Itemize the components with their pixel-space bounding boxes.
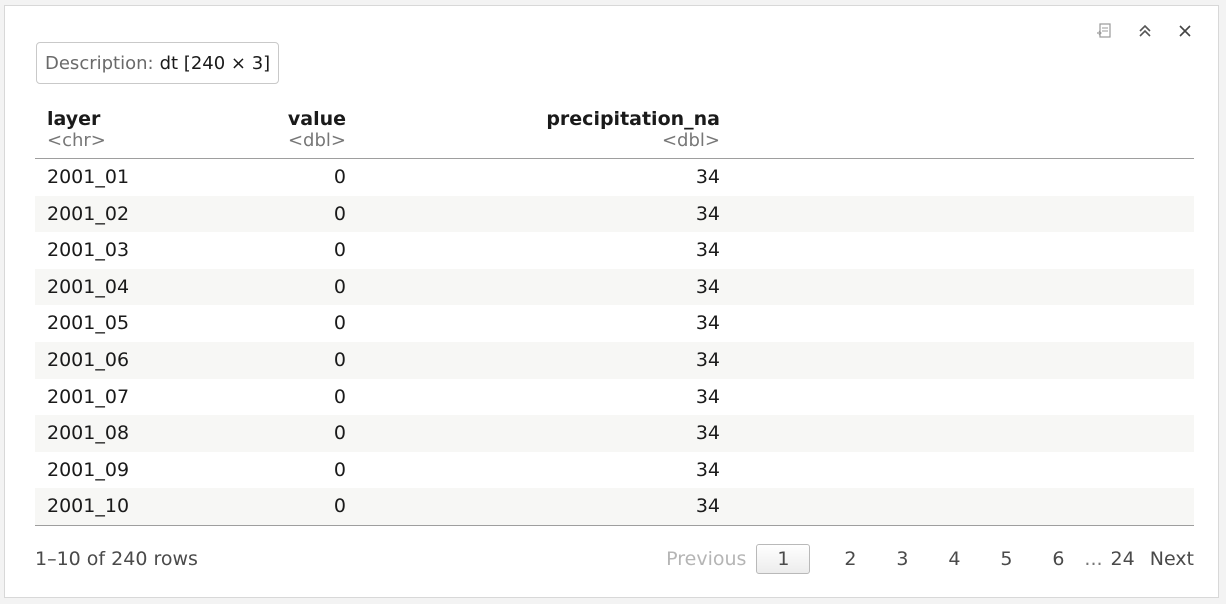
description-label: Description:	[45, 52, 154, 74]
column-type: <dbl>	[287, 130, 346, 151]
table-row: 2001_06 0 34	[35, 341, 1194, 379]
cell-precipitation-na: 34	[695, 458, 720, 481]
cell-layer: 2001_03	[47, 239, 130, 262]
cell-layer: 2001_04	[47, 275, 130, 298]
cell-value: 0	[333, 202, 346, 225]
table-bottom-rule	[35, 524, 1194, 526]
cell-precipitation-na: 34	[695, 202, 720, 225]
cell-precipitation-na: 34	[695, 348, 720, 371]
page-button-last[interactable]: 24	[1111, 548, 1135, 570]
previous-button[interactable]: Previous	[666, 548, 746, 570]
column-header-layer[interactable]: layer <chr>	[47, 108, 106, 152]
table-footer: 1–10 of 240 rows Previous 1 2 3 4 5 6 ..…	[35, 544, 1194, 574]
description-box: Description: dt [240 × 3]	[36, 42, 280, 84]
rows-info: 1–10 of 240 rows	[35, 548, 198, 570]
page-button[interactable]: 2	[839, 548, 861, 570]
table-row: 2001_07 0 34	[35, 379, 1194, 416]
cell-precipitation-na: 34	[695, 385, 720, 408]
column-name: precipitation_na	[546, 108, 720, 130]
cell-value: 0	[333, 239, 346, 262]
column-type: <dbl>	[661, 130, 720, 151]
cell-value: 0	[333, 275, 346, 298]
page-button-current[interactable]: 1	[756, 544, 811, 574]
cell-value: 0	[333, 422, 346, 445]
data-table: layer <chr> value <dbl> precipitation_na…	[35, 102, 1194, 526]
export-icon[interactable]	[1094, 20, 1116, 42]
cell-layer: 2001_05	[47, 312, 130, 335]
panel-toolbar	[1094, 20, 1196, 42]
cell-layer: 2001_09	[47, 458, 130, 481]
table-row: 2001_04 0 34	[35, 268, 1194, 306]
next-button[interactable]: Next	[1150, 548, 1194, 570]
cell-precipitation-na: 34	[695, 166, 720, 188]
page-button[interactable]: 6	[1047, 548, 1069, 570]
table-row: 2001_01 0 34	[35, 159, 1194, 196]
cell-value: 0	[333, 312, 346, 335]
page-button[interactable]: 5	[995, 548, 1017, 570]
cell-value: 0	[333, 458, 346, 481]
close-icon[interactable]	[1174, 20, 1196, 42]
cell-layer: 2001_08	[47, 422, 130, 445]
column-header-precipitation-na[interactable]: precipitation_na <dbl>	[546, 108, 720, 152]
pagination: Previous 1 2 3 4 5 6 ... 24 Next	[666, 544, 1194, 574]
page-ellipsis: ...	[1084, 548, 1103, 570]
table-row: 2001_03 0 34	[35, 232, 1194, 269]
cell-layer: 2001_06	[47, 348, 130, 371]
data-viewer-panel: Description: dt [240 × 3] layer <chr> va…	[4, 5, 1219, 598]
page-button[interactable]: 3	[891, 548, 913, 570]
column-name: layer	[47, 108, 101, 130]
table-row: 2001_05 0 34	[35, 305, 1194, 342]
cell-layer: 2001_02	[47, 202, 130, 225]
cell-value: 0	[333, 348, 346, 371]
column-header-value[interactable]: value <dbl>	[288, 108, 346, 152]
column-name: value	[287, 108, 346, 130]
cell-value: 0	[333, 385, 346, 408]
table-header: layer <chr> value <dbl> precipitation_na…	[35, 102, 1194, 159]
table-row: 2001_08 0 34	[35, 415, 1194, 452]
description-value: dt [240 × 3]	[159, 52, 271, 74]
table-row: 2001_10 0 34	[35, 488, 1194, 525]
cell-precipitation-na: 34	[695, 422, 720, 445]
page-button[interactable]: 4	[943, 548, 965, 570]
collapse-icon[interactable]	[1134, 20, 1156, 42]
cell-layer: 2001_10	[47, 495, 130, 518]
cell-value: 0	[333, 495, 346, 518]
cell-precipitation-na: 34	[695, 239, 720, 262]
table-body: 2001_01 0 34 2001_02 0 34 2001_03 0 34 2001_04 0 34…	[35, 159, 1194, 525]
column-type: <chr>	[47, 130, 106, 151]
cell-value: 0	[333, 166, 346, 188]
cell-precipitation-na: 34	[695, 495, 720, 518]
cell-precipitation-na: 34	[695, 312, 720, 335]
cell-layer: 2001_07	[47, 385, 130, 408]
cell-layer: 2001_01	[47, 166, 130, 188]
table-row: 2001_09 0 34	[35, 452, 1194, 489]
table-row: 2001_02 0 34	[35, 195, 1194, 233]
cell-precipitation-na: 34	[695, 275, 720, 298]
